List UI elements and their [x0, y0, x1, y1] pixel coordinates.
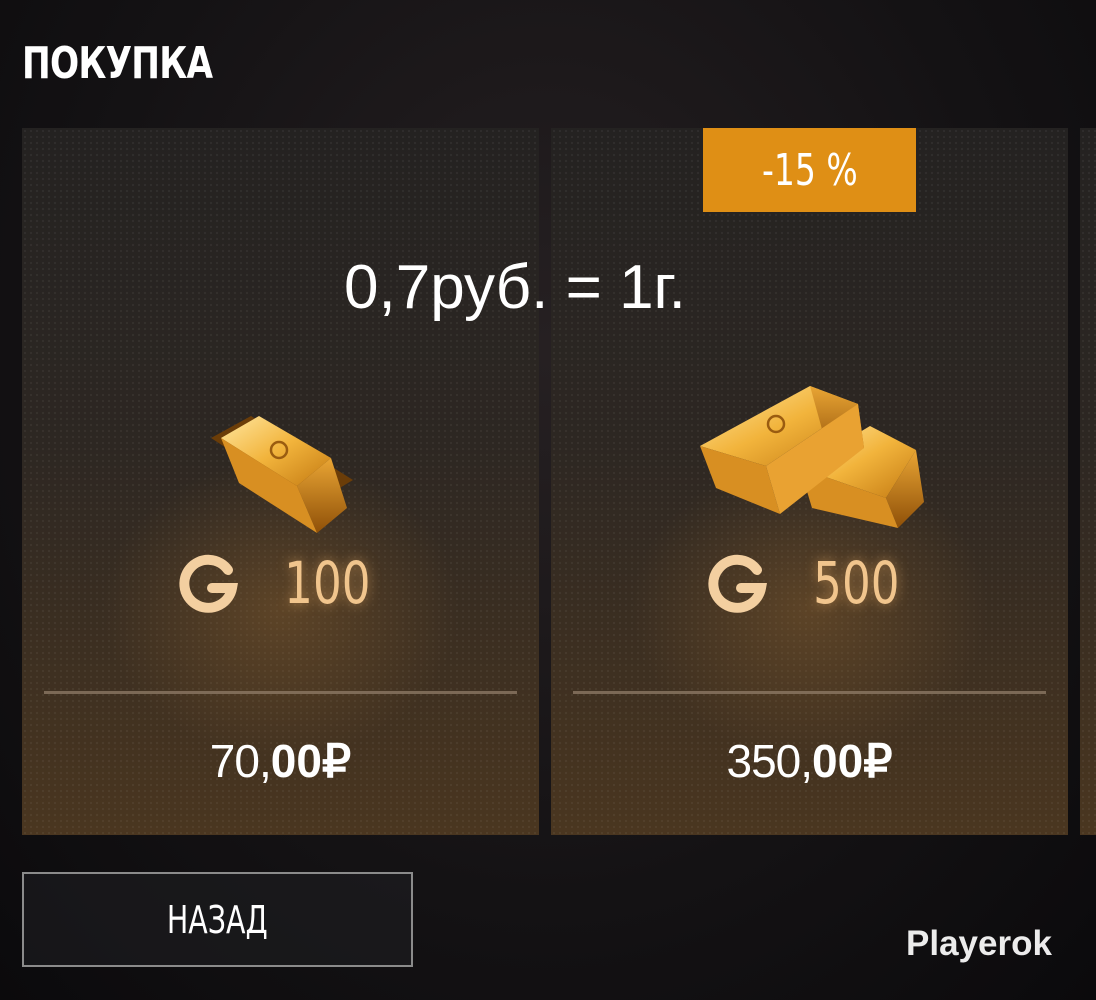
gold-pack-card-partial[interactable]: [1080, 128, 1096, 835]
price-label: 70,00₽: [22, 726, 539, 796]
page-title: ПОКУПКА: [22, 38, 213, 89]
amount-row: 500: [551, 538, 1068, 628]
gold-g-icon: [707, 552, 769, 614]
gold-bars-icon: [551, 338, 1068, 538]
exchange-rate-note: 0,7руб. = 1г.: [344, 253, 686, 322]
store-screen: ПОКУПКА 100 70,00₽ 500 350,00₽ -15 % 0,7…: [0, 0, 1096, 1000]
currency-symbol: ₽: [863, 735, 893, 787]
gold-amount: 100: [284, 549, 371, 617]
back-button[interactable]: НАЗАД: [22, 872, 413, 967]
watermark: Playerok: [906, 924, 1052, 963]
price-main: 70,: [209, 735, 272, 787]
divider: [573, 691, 1046, 694]
amount-row: 100: [22, 538, 539, 628]
price-main: 350,: [726, 735, 814, 787]
price-label: 350,00₽: [551, 726, 1068, 796]
price-cents: 00: [812, 735, 864, 787]
divider: [44, 691, 517, 694]
gold-amount: 500: [813, 549, 900, 617]
discount-badge: -15 %: [703, 128, 916, 212]
currency-symbol: ₽: [321, 735, 352, 787]
back-button-label: НАЗАД: [167, 897, 268, 942]
gold-pack-card-100[interactable]: 100 70,00₽: [22, 128, 539, 835]
discount-label: -15 %: [761, 144, 858, 196]
gold-pack-card-500[interactable]: 500 350,00₽: [551, 128, 1068, 835]
gold-g-icon: [178, 552, 240, 614]
gold-bar-icon: [22, 338, 539, 538]
price-cents: 00: [270, 735, 322, 787]
